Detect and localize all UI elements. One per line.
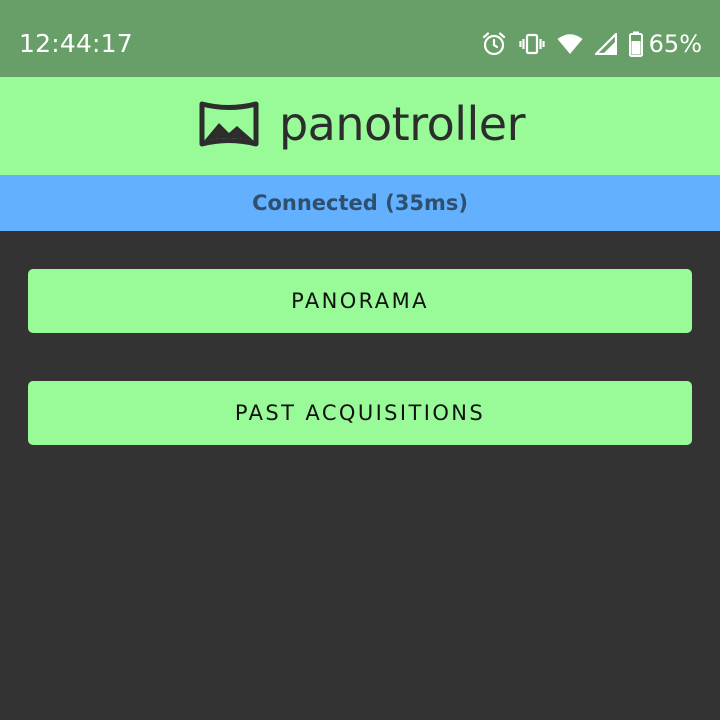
battery-icon xyxy=(628,31,643,57)
status-time: 12:44:17 xyxy=(19,29,133,58)
panorama-logo-icon xyxy=(199,99,259,154)
app-title: panotroller xyxy=(278,97,526,151)
vibrate-icon xyxy=(519,31,545,57)
status-bar: 12:44:17 65% xyxy=(0,0,720,77)
connection-status-bar: Connected (35ms) xyxy=(0,175,720,231)
connection-status-text: Connected (35ms) xyxy=(252,191,468,215)
app-bar: panotroller xyxy=(0,77,720,175)
past-acquisitions-button-label: PAST ACQUISITIONS xyxy=(234,401,486,425)
wifi-icon xyxy=(557,33,583,55)
status-icons: 65% xyxy=(481,28,702,60)
panorama-button[interactable]: PANORAMA xyxy=(28,269,692,333)
alarm-icon xyxy=(481,31,507,57)
panorama-button-label: PANORAMA xyxy=(291,289,429,313)
past-acquisitions-button[interactable]: PAST ACQUISITIONS xyxy=(28,381,692,445)
app-logo: panotroller xyxy=(199,97,526,154)
battery-percent: 65% xyxy=(648,30,702,58)
signal-icon xyxy=(594,33,617,55)
